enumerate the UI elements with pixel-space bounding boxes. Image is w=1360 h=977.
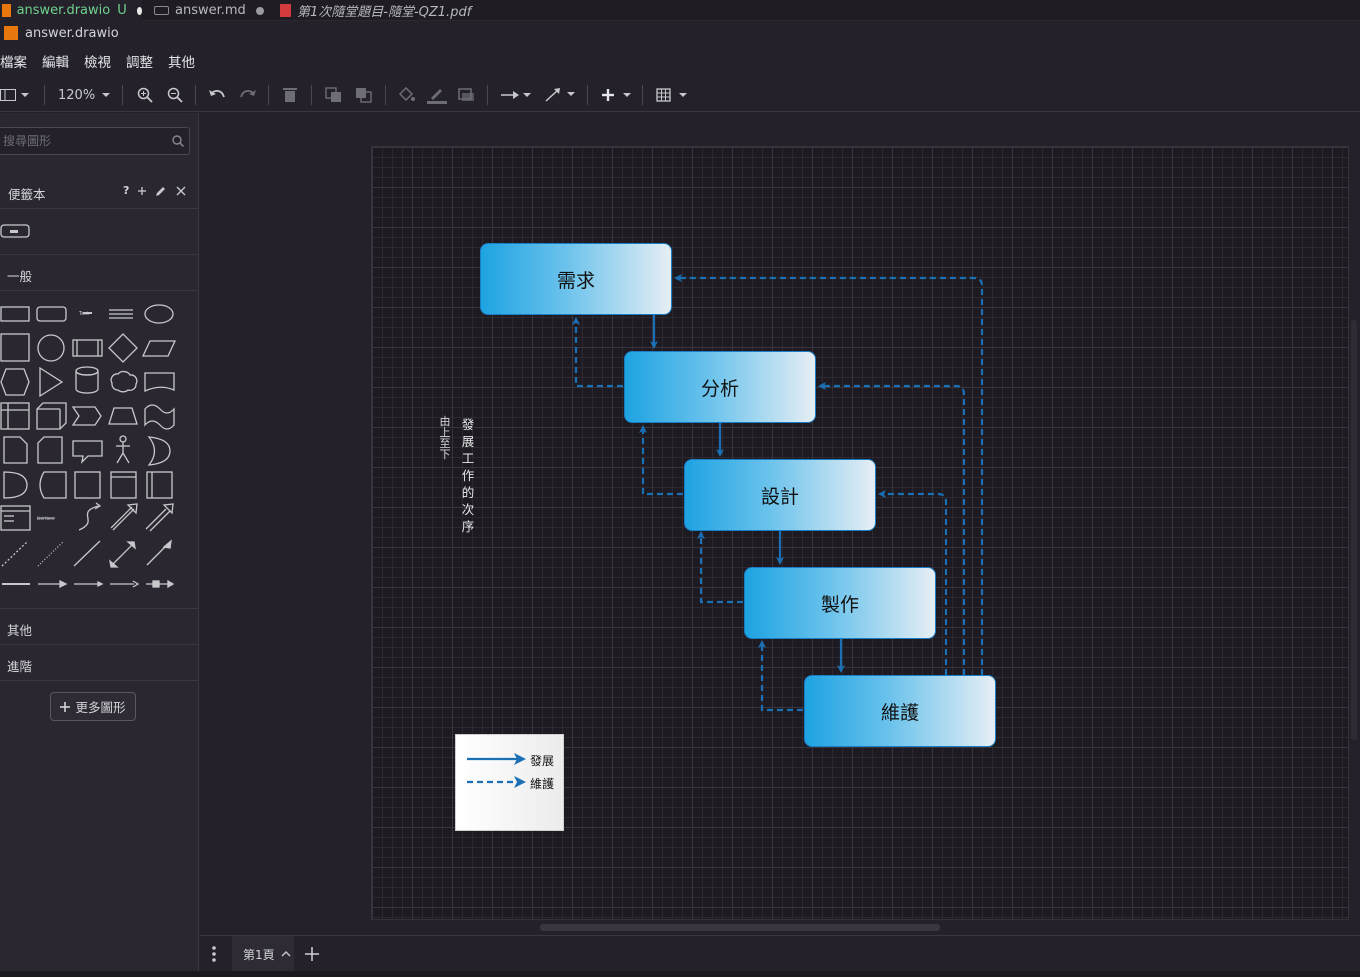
legend-solid-label: 發展 xyxy=(530,754,555,768)
box-analysis[interactable]: 分析 xyxy=(624,351,816,423)
more-vertical-icon[interactable] xyxy=(211,945,217,963)
box-maintenance[interactable]: 維護 xyxy=(804,675,996,747)
box-label: 設計 xyxy=(760,485,799,508)
return-analysis-to-req[interactable] xyxy=(572,317,623,388)
box-label: 分析 xyxy=(700,377,739,400)
box-label: 需求 xyxy=(556,269,595,292)
box-label: 製作 xyxy=(820,593,859,616)
box-label: 維護 xyxy=(880,701,919,724)
status-strip xyxy=(0,971,1360,977)
return-build-to-design[interactable] xyxy=(697,531,743,604)
page-tab-1[interactable]: 第1頁 xyxy=(232,936,294,972)
return-maintain-to-build[interactable] xyxy=(758,640,803,712)
legend[interactable]: 發展 維護 xyxy=(455,734,564,831)
connectors-layer xyxy=(572,274,984,712)
page-tab-label: 第1頁 xyxy=(243,947,275,962)
box-requirements[interactable]: 需求 xyxy=(480,243,672,315)
page-tabs-bar: 第1頁 xyxy=(200,935,1360,972)
horizontal-scrollbar[interactable] xyxy=(540,924,940,931)
side-label-order[interactable]: 發展工作的次序 xyxy=(461,416,475,535)
vertical-scrollbar[interactable] xyxy=(1351,320,1357,740)
add-page-icon[interactable] xyxy=(305,947,319,961)
legend-dashed-label: 維護 xyxy=(530,777,555,791)
box-build[interactable]: 製作 xyxy=(744,567,936,639)
return-design-to-analysis[interactable] xyxy=(639,425,683,496)
side-label-direction[interactable]: 由上至下 xyxy=(438,416,452,460)
chevron-up-icon xyxy=(281,951,291,957)
box-design[interactable]: 設計 xyxy=(684,459,876,531)
